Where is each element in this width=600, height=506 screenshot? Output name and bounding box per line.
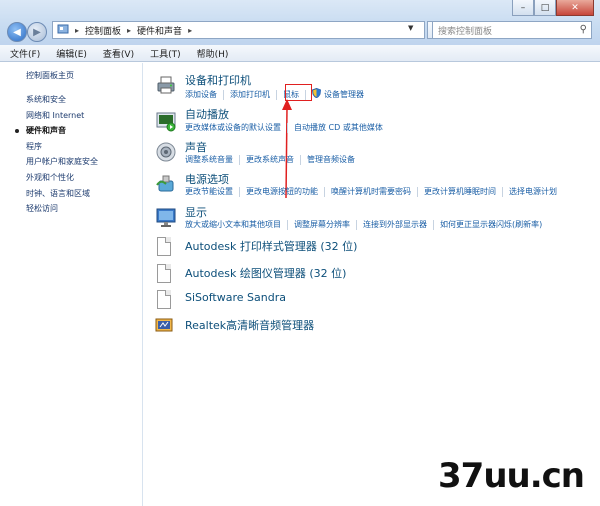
control-panel-icon: [57, 23, 69, 38]
link-divider: [433, 219, 434, 230]
minimize-button[interactable]: –: [512, 0, 534, 16]
control-panel-window: – □ ✕ ◀ ▶ ▸ 控制面板 ▸ 硬件和声音 ▸ ▼ ↻ 搜索控制面板 ⚲: [0, 0, 600, 506]
sidebar-item-clock-region[interactable]: 时钟、语言和区域: [26, 188, 90, 199]
display-icon: [156, 208, 176, 227]
link-wake-password[interactable]: 唤醒计算机时需要密码: [331, 186, 411, 197]
realtek-audio-icon: [155, 318, 173, 332]
link-change-sounds[interactable]: 更改系统声音: [246, 154, 294, 165]
sidebar-item-ease-of-access[interactable]: 轻松访问: [26, 203, 58, 214]
program-label[interactable]: Autodesk 绘图仪管理器 (32 位): [185, 265, 346, 281]
sidebar-item-network[interactable]: 网络和 Internet: [26, 110, 84, 121]
power-options-icon: [156, 175, 174, 192]
sidebar-item-appearance[interactable]: 外观和个性化: [26, 172, 74, 183]
window-controls: – □ ✕: [512, 0, 594, 16]
link-divider: [223, 89, 224, 100]
sidebar-item-home[interactable]: 控制面板主页: [26, 70, 74, 81]
sidebar-item-hardware-sound[interactable]: 硬件和声音: [26, 125, 66, 136]
category-title[interactable]: 声音: [185, 139, 207, 155]
link-divider: [356, 219, 357, 230]
link-screen-resolution[interactable]: 调整屏幕分辨率: [294, 219, 350, 230]
red-arrow-icon: [282, 99, 292, 199]
category-title[interactable]: 显示: [185, 204, 207, 220]
main-content: 设备和打印机 添加设备 添加打印机 鼠标 设备管理器 自动播放 更改媒体或设备的…: [143, 63, 600, 506]
maximize-button[interactable]: □: [534, 0, 556, 16]
search-icon: ⚲: [579, 24, 587, 35]
menu-help[interactable]: 帮助(H): [197, 47, 229, 60]
document-icon: [157, 264, 171, 283]
breadcrumb-hardware-sound[interactable]: 硬件和声音: [137, 24, 182, 37]
document-icon: [157, 237, 171, 256]
watermark: 37uu.cn: [438, 456, 585, 496]
category-links: 添加设备 添加打印机 鼠标 设备管理器: [185, 87, 364, 101]
program-label[interactable]: Realtek高清晰音频管理器: [185, 317, 314, 333]
forward-button[interactable]: ▶: [27, 22, 47, 42]
sidebar-item-programs[interactable]: 程序: [26, 141, 42, 152]
back-button[interactable]: ◀: [7, 22, 27, 42]
link-divider: [300, 154, 301, 165]
menu-edit[interactable]: 编辑(E): [56, 47, 87, 60]
menu-tools[interactable]: 工具(T): [150, 47, 181, 60]
category-title[interactable]: 设备和打印机: [185, 72, 251, 88]
forward-arrow-icon: ▶: [33, 26, 41, 38]
link-external-display[interactable]: 连接到外部显示器: [363, 219, 427, 230]
breadcrumb-control-panel[interactable]: 控制面板: [85, 24, 121, 37]
shield-icon: [311, 87, 322, 101]
category-title[interactable]: 自动播放: [185, 106, 229, 122]
menu-bar: 文件(F) 编辑(E) 查看(V) 工具(T) 帮助(H): [0, 45, 600, 62]
category-title[interactable]: 电源选项: [185, 171, 229, 187]
menu-file[interactable]: 文件(F): [10, 47, 40, 60]
link-device-manager[interactable]: 设备管理器: [324, 89, 364, 100]
link-add-printer[interactable]: 添加打印机: [230, 89, 270, 100]
link-adjust-volume[interactable]: 调整系统音量: [185, 154, 233, 165]
document-icon: [157, 290, 171, 309]
link-divider: [324, 186, 325, 197]
category-links: 更改媒体或设备的默认设置 自动播放 CD 或其他媒体: [185, 122, 383, 133]
link-sleep-time[interactable]: 更改计算机睡眠时间: [424, 186, 496, 197]
link-autoplay-cd[interactable]: 自动播放 CD 或其他媒体: [294, 122, 383, 133]
program-label[interactable]: Autodesk 打印样式管理器 (32 位): [185, 238, 357, 254]
link-divider: [287, 219, 288, 230]
category-links: 调整系统音量 更改系统声音 管理音频设备: [185, 154, 355, 165]
sidebar: 控制面板主页 系统和安全 网络和 Internet 硬件和声音 程序 用户帐户和…: [0, 63, 143, 506]
address-dropdown-icon[interactable]: ▼: [408, 24, 413, 32]
link-divider: [287, 122, 288, 133]
category-links: 更改节能设置 更改电源按钮的功能 唤醒计算机时需要密码 更改计算机睡眠时间 选择…: [185, 186, 557, 197]
sidebar-item-system-security[interactable]: 系统和安全: [26, 94, 66, 105]
link-refresh-rate[interactable]: 如何更正显示器闪烁(刷新率): [440, 219, 542, 230]
program-label[interactable]: SiSoftware Sandra: [185, 291, 286, 304]
link-add-device[interactable]: 添加设备: [185, 89, 217, 100]
link-manage-audio-devices[interactable]: 管理音频设备: [307, 154, 355, 165]
close-button[interactable]: ✕: [556, 0, 594, 16]
link-divider: [276, 89, 277, 100]
search-input[interactable]: 搜索控制面板 ⚲: [432, 21, 592, 39]
link-divider: [239, 154, 240, 165]
speaker-icon: [156, 142, 176, 162]
current-item-bullet-icon: [15, 129, 19, 133]
search-placeholder: 搜索控制面板: [438, 26, 493, 37]
link-divider: [417, 186, 418, 197]
back-arrow-icon: ◀: [13, 26, 21, 38]
address-bar[interactable]: ▸ 控制面板 ▸ 硬件和声音 ▸: [52, 21, 425, 39]
link-change-media-defaults[interactable]: 更改媒体或设备的默认设置: [185, 122, 281, 133]
breadcrumb-separator-icon: ▸: [75, 25, 80, 35]
link-power-button[interactable]: 更改电源按钮的功能: [246, 186, 318, 197]
link-text-size[interactable]: 放大或缩小文本和其他项目: [185, 219, 281, 230]
link-power-saving[interactable]: 更改节能设置: [185, 186, 233, 197]
sidebar-item-user-accounts[interactable]: 用户帐户和家庭安全: [26, 156, 98, 167]
category-links: 放大或缩小文本和其他项目 调整屏幕分辨率 连接到外部显示器 如何更正显示器闪烁(…: [185, 219, 542, 230]
autoplay-icon: [156, 112, 176, 132]
title-bar: – □ ✕ ◀ ▶ ▸ 控制面板 ▸ 硬件和声音 ▸ ▼ ↻ 搜索控制面板 ⚲: [0, 0, 600, 46]
menu-view[interactable]: 查看(V): [103, 47, 134, 60]
printer-icon: [157, 76, 175, 94]
breadcrumb-separator-icon: ▸: [127, 25, 132, 35]
link-divider: [502, 186, 503, 197]
link-power-plan[interactable]: 选择电源计划: [509, 186, 557, 197]
breadcrumb-separator-icon: ▸: [188, 25, 193, 35]
link-divider: [239, 186, 240, 197]
